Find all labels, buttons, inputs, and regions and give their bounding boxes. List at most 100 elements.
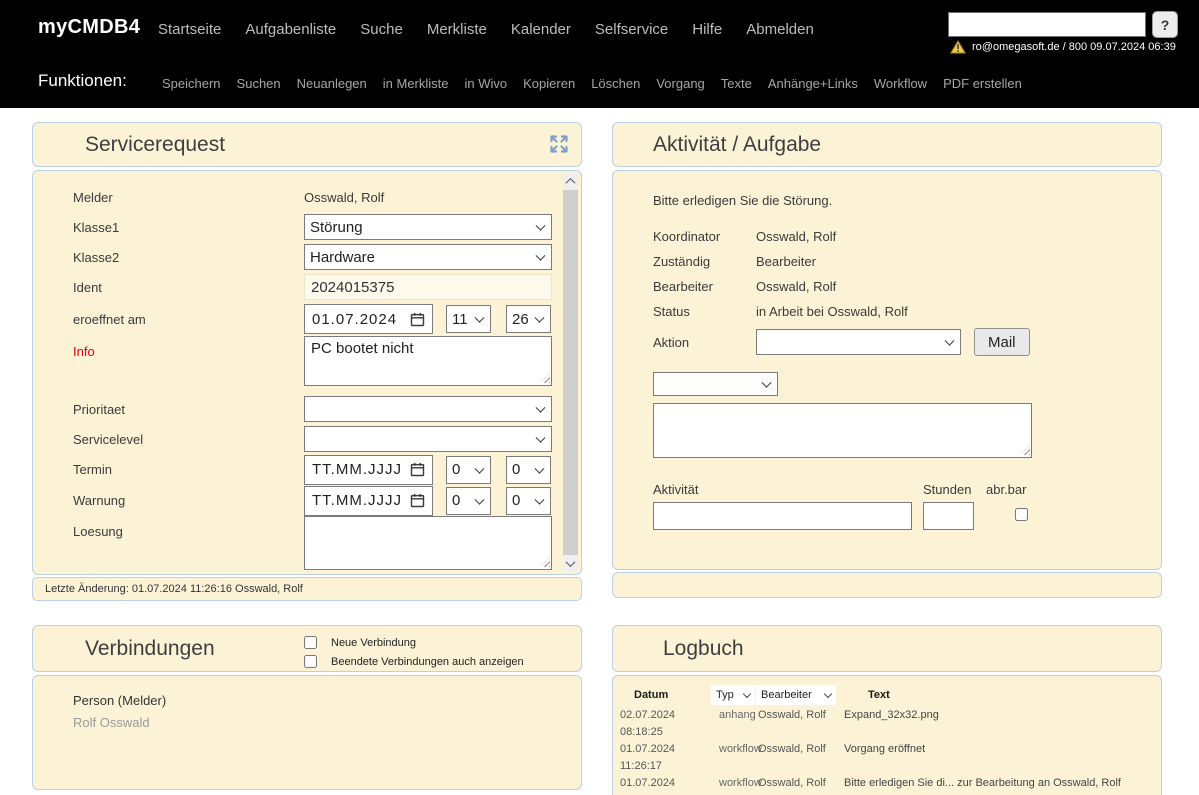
warnung-hour-select[interactable]: 0 [446,486,491,515]
verbindungen-header: Verbindungen Neue Verbindung Beendete Ve… [32,625,582,672]
scrollbar[interactable] [563,174,578,571]
termin-hour-select[interactable]: 0 [446,455,491,484]
log-row[interactable]: 01.07.2024 11:26:17 workflow Osswald, Ro… [620,775,1151,795]
field-row-melder: Melder Osswald, Rolf [73,189,385,205]
info-textarea[interactable]: PC bootet nicht [304,336,552,386]
klasse1-select[interactable]: Störung [304,214,552,240]
nav-selfservice[interactable]: Selfservice [595,21,668,38]
calendar-icon[interactable] [410,312,425,327]
aktion-row: Aktion Mail [653,326,1161,358]
nav-aufgabenliste[interactable]: Aufgabenliste [245,21,336,38]
field-row-prioritaet: Prioritaet [73,394,581,424]
field-row-eroeffnet: eroeffnet am 01.07.2024 11 26 [73,302,581,336]
verbindungen-title: Verbindungen [85,636,215,660]
nav-merkliste[interactable]: Merkliste [427,21,487,38]
fn-workflow[interactable]: Workflow [874,76,927,91]
field-row-info: Info PC bootet nicht [73,336,581,394]
info-row-koordinator: Koordinator Osswald, Rolf [653,229,837,244]
fn-in-wivo[interactable]: in Wivo [465,76,508,91]
nav-kalender[interactable]: Kalender [511,21,571,38]
search-input[interactable] [948,12,1146,37]
fn-texte[interactable]: Texte [721,76,752,91]
warnung-date-input[interactable]: TT.MM.JJJJ [304,485,433,516]
logbuch-body: Datum Typ Bearbeiter Text 02.07.2024 08:… [612,675,1162,795]
fn-suchen[interactable]: Suchen [237,76,281,91]
beendete-verbindungen-checkbox[interactable] [304,655,317,668]
scroll-up-icon[interactable] [563,174,578,189]
fn-pdf-erstellen[interactable]: PDF erstellen [943,76,1022,91]
stunden-label: Stunden [923,482,972,497]
aktivitaet-fields: Aktivität Stunden abr.bar [653,482,1113,562]
fn-kopieren[interactable]: Kopieren [523,76,575,91]
melder-value: Osswald, Rolf [304,189,385,205]
aktivitaet-title: Aktivität / Aufgabe [653,132,822,156]
servicerequest-title: Servicerequest [85,132,226,156]
termin-minute-select[interactable]: 0 [506,455,551,484]
functions-menu: Speichern Suchen Neuanlegen in Merkliste… [162,76,1022,91]
nav-suche[interactable]: Suche [360,21,403,38]
abrbar-checkbox[interactable] [1015,508,1028,521]
logbuch-header: Logbuch [612,625,1162,672]
ident-field: 2024015375 [304,274,552,300]
col-text: Text [868,689,890,701]
kommentar-textarea[interactable] [653,403,1032,458]
help-button[interactable]: ? [1152,11,1178,38]
typ-select[interactable] [653,372,778,396]
warnung-minute-select[interactable]: 0 [506,486,551,515]
aktion-select[interactable] [756,329,961,355]
mail-button[interactable]: Mail [974,328,1030,356]
functions-label: Funktionen: [38,71,127,90]
klasse2-select[interactable]: Hardware [304,244,552,270]
scroll-thumb[interactable] [563,190,578,555]
typ-select-row [653,372,1161,396]
neue-verbindung-label: Neue Verbindung [331,636,417,649]
servicerequest-body: Melder Osswald, Rolf Klasse1 Störung Kla… [32,170,582,575]
eroeffnet-minute-select[interactable]: 26 [506,305,551,333]
scroll-down-icon[interactable] [563,556,578,571]
aktivitaet-input[interactable] [653,502,912,530]
bearbeiter-filter-select[interactable]: Bearbeiter [756,685,836,705]
top-header: myCMDB4 Startseite Aufgabenliste Suche M… [0,0,1199,108]
log-row[interactable]: 02.07.2024 08:18:25 anhang Osswald, Rolf… [620,707,1151,741]
servicelevel-select[interactable] [304,426,552,452]
field-row-termin: Termin TT.MM.JJJJ 0 0 [73,454,581,485]
fn-loeschen[interactable]: Löschen [591,76,640,91]
last-change-text: Letzte Änderung: 01.07.2024 11:26:16 Oss… [45,583,303,595]
fn-anhaenge-links[interactable]: Anhänge+Links [768,76,858,91]
app: myCMDB4 Startseite Aufgabenliste Suche M… [0,0,1199,795]
termin-date-input[interactable]: TT.MM.JJJJ [304,454,433,485]
calendar-icon[interactable] [410,493,425,508]
app-logo: myCMDB4 [38,16,141,38]
fn-vorgang[interactable]: Vorgang [656,76,704,91]
fn-speichern[interactable]: Speichern [162,76,221,91]
user-info: ro@omegasoft.de / 800 09.07.2024 06:39 [950,40,1176,54]
field-row-loesung: Loesung [73,516,581,574]
calendar-icon[interactable] [410,462,425,477]
nav-abmelden[interactable]: Abmelden [746,21,814,38]
aktivitaet-label: Aktivität [653,482,699,497]
kommentar-row [653,403,1161,458]
aktivitaet-header: Aktivität / Aufgabe [612,122,1162,167]
eroeffnet-date-input[interactable]: 01.07.2024 [304,304,433,334]
servicerequest-header: Servicerequest [32,122,582,167]
fn-in-merkliste[interactable]: in Merkliste [383,76,449,91]
stunden-input[interactable] [923,502,974,530]
nav-startseite[interactable]: Startseite [158,21,221,38]
neue-verbindung-checkbox[interactable] [304,636,317,649]
logbuch-column-header: Datum Typ Bearbeiter Text [620,683,1151,707]
prioritaet-select[interactable] [304,396,552,422]
verbindungen-options: Neue Verbindung Beendete Verbindungen au… [304,633,524,671]
log-row[interactable]: 01.07.2024 11:26:17 workflow Osswald, Ro… [620,741,1151,775]
beendete-verbindungen-label: Beendete Verbindungen auch anzeigen [331,655,524,668]
nav-hilfe[interactable]: Hilfe [692,21,722,38]
expand-icon[interactable] [547,132,571,156]
typ-filter-select[interactable]: Typ [711,685,755,705]
field-row-servicelevel: Servicelevel [73,424,581,454]
loesung-textarea[interactable] [304,516,552,570]
fn-neuanlegen[interactable]: Neuanlegen [297,76,367,91]
verbindung-entry-value[interactable]: Rolf Osswald [73,715,581,730]
main-nav: Startseite Aufgabenliste Suche Merkliste… [158,21,814,38]
servicerequest-footer: Letzte Änderung: 01.07.2024 11:26:16 Oss… [32,577,582,601]
verbindung-entry-title: Person (Melder) [73,693,167,708]
eroeffnet-hour-select[interactable]: 11 [446,305,491,333]
